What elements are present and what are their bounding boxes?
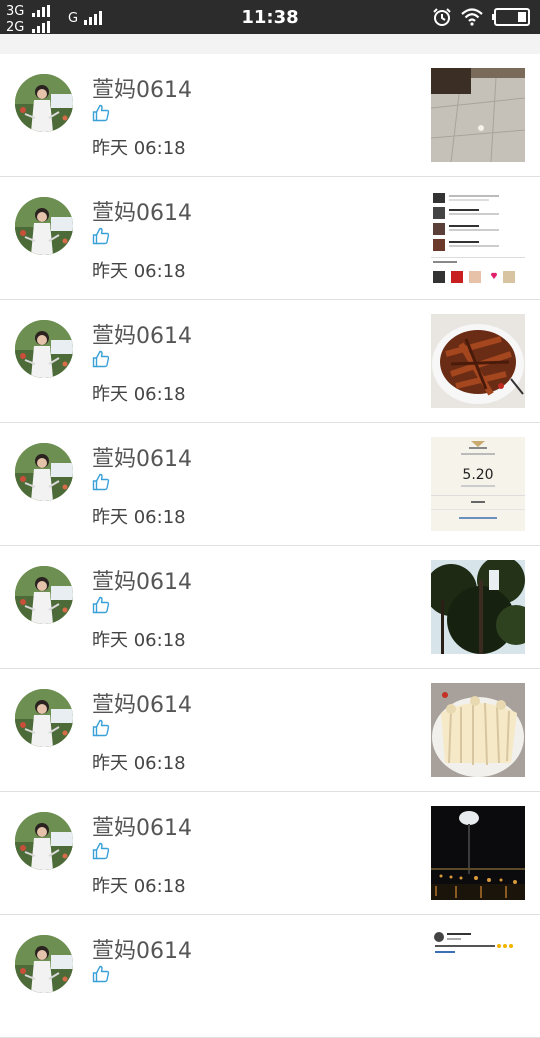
- user-name: 萱妈0614: [92, 447, 192, 472]
- user-name: 萱妈0614: [92, 78, 192, 103]
- post-thumbnail[interactable]: [431, 191, 525, 285]
- avatar[interactable]: [15, 812, 73, 870]
- like-icon: [92, 350, 110, 368]
- post-thumbnail[interactable]: [431, 929, 525, 1023]
- like-icon: [92, 473, 110, 491]
- status-bar: 3G 2G G 11:38: [0, 0, 540, 34]
- post-thumbnail[interactable]: [431, 68, 525, 162]
- user-name: 萱妈0614: [92, 570, 192, 595]
- user-name: 萱妈0614: [92, 324, 192, 349]
- like-item[interactable]: 萱妈0614 昨天 06:18: [0, 669, 540, 792]
- like-item[interactable]: 萱妈0614 昨天 06:18 5.20: [0, 423, 540, 546]
- like-item[interactable]: 萱妈0614: [0, 915, 540, 1038]
- avatar[interactable]: [15, 320, 73, 378]
- likes-list: 萱妈0614 昨天 06:18 萱妈0614 昨天 06:18 萱妈0614 昨…: [0, 54, 540, 1038]
- like-time: 昨天 06:18: [92, 138, 186, 159]
- like-time: 昨天 06:18: [92, 876, 186, 897]
- avatar[interactable]: [15, 443, 73, 501]
- battery-icon: [492, 8, 530, 26]
- like-icon: [92, 104, 110, 122]
- wifi-icon: [461, 8, 483, 26]
- like-icon: [92, 596, 110, 614]
- avatar[interactable]: [15, 197, 73, 255]
- like-time: 昨天 06:18: [92, 384, 186, 405]
- like-time: 昨天 06:18: [92, 261, 186, 282]
- user-name: 萱妈0614: [92, 693, 192, 718]
- like-time: 昨天 06:18: [92, 753, 186, 774]
- post-thumbnail[interactable]: [431, 560, 525, 654]
- like-item[interactable]: 萱妈0614 昨天 06:18: [0, 54, 540, 177]
- like-icon: [92, 842, 110, 860]
- post-thumbnail[interactable]: 5.20: [431, 437, 525, 531]
- like-item[interactable]: 萱妈0614 昨天 06:18: [0, 792, 540, 915]
- avatar[interactable]: [15, 566, 73, 624]
- like-time: 昨天 06:18: [92, 630, 186, 651]
- post-thumbnail[interactable]: [431, 314, 525, 408]
- red-packet-amount: 5.20: [462, 467, 493, 483]
- avatar[interactable]: [15, 74, 73, 132]
- avatar[interactable]: [15, 935, 73, 993]
- post-thumbnail[interactable]: [431, 806, 525, 900]
- like-icon: [92, 227, 110, 245]
- post-thumbnail[interactable]: [431, 683, 525, 777]
- like-icon: [92, 965, 110, 983]
- like-item[interactable]: 萱妈0614 昨天 06:18: [0, 546, 540, 669]
- like-item[interactable]: 萱妈0614 昨天 06:18: [0, 300, 540, 423]
- user-name: 萱妈0614: [92, 201, 192, 226]
- like-time: 昨天 06:18: [92, 507, 186, 528]
- like-item[interactable]: 萱妈0614 昨天 06:18: [0, 177, 540, 300]
- user-name: 萱妈0614: [92, 816, 192, 841]
- avatar[interactable]: [15, 689, 73, 747]
- like-icon: [92, 719, 110, 737]
- user-name: 萱妈0614: [92, 939, 192, 964]
- alarm-icon: [433, 8, 451, 26]
